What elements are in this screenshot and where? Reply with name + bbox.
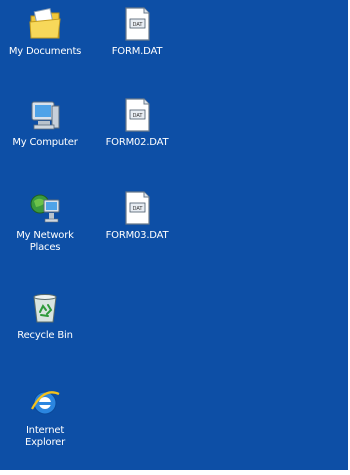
svg-text:DAT: DAT [133,206,144,212]
internet-explorer-icon [31,391,60,415]
dat-file-icon: DAT [125,191,150,225]
desktop-icon-form03-dat[interactable]: DAT FORM03.DAT [98,190,176,242]
folder-documents-icon [29,7,61,39]
desktop-icon-recycle-bin[interactable]: Recycle Bin [6,290,84,342]
desktop-icon-my-documents[interactable]: My Documents [6,6,84,58]
dat-file-icon: DAT [125,98,150,132]
desktop-icon-form02-dat[interactable]: DAT FORM02.DAT [98,97,176,149]
network-places-icon [30,194,60,223]
recycle-bin-icon [33,294,57,323]
dat-file-icon: DAT [125,7,150,41]
desktop-icon-internet-explorer[interactable]: Internet Explorer [6,385,84,449]
icon-label: My Computer [12,137,78,148]
icon-label: My Network Places [16,230,74,253]
svg-text:DAT: DAT [133,113,144,119]
icon-label: FORM02.DAT [105,137,169,148]
svg-text:DAT: DAT [133,22,144,28]
icon-label: Recycle Bin [17,330,73,341]
desktop-background: My Documents DAT FORM.DAT My Computer DA… [0,0,348,470]
icon-label: FORM.DAT [111,46,163,57]
desktop-icon-my-computer[interactable]: My Computer [6,97,84,149]
icon-label: FORM03.DAT [105,230,169,241]
icon-label: Internet Explorer [24,425,66,448]
desktop-icon-my-network-places[interactable]: My Network Places [6,190,84,254]
icon-label: My Documents [8,46,82,57]
computer-icon [31,101,60,130]
desktop-icon-form-dat[interactable]: DAT FORM.DAT [98,6,176,58]
